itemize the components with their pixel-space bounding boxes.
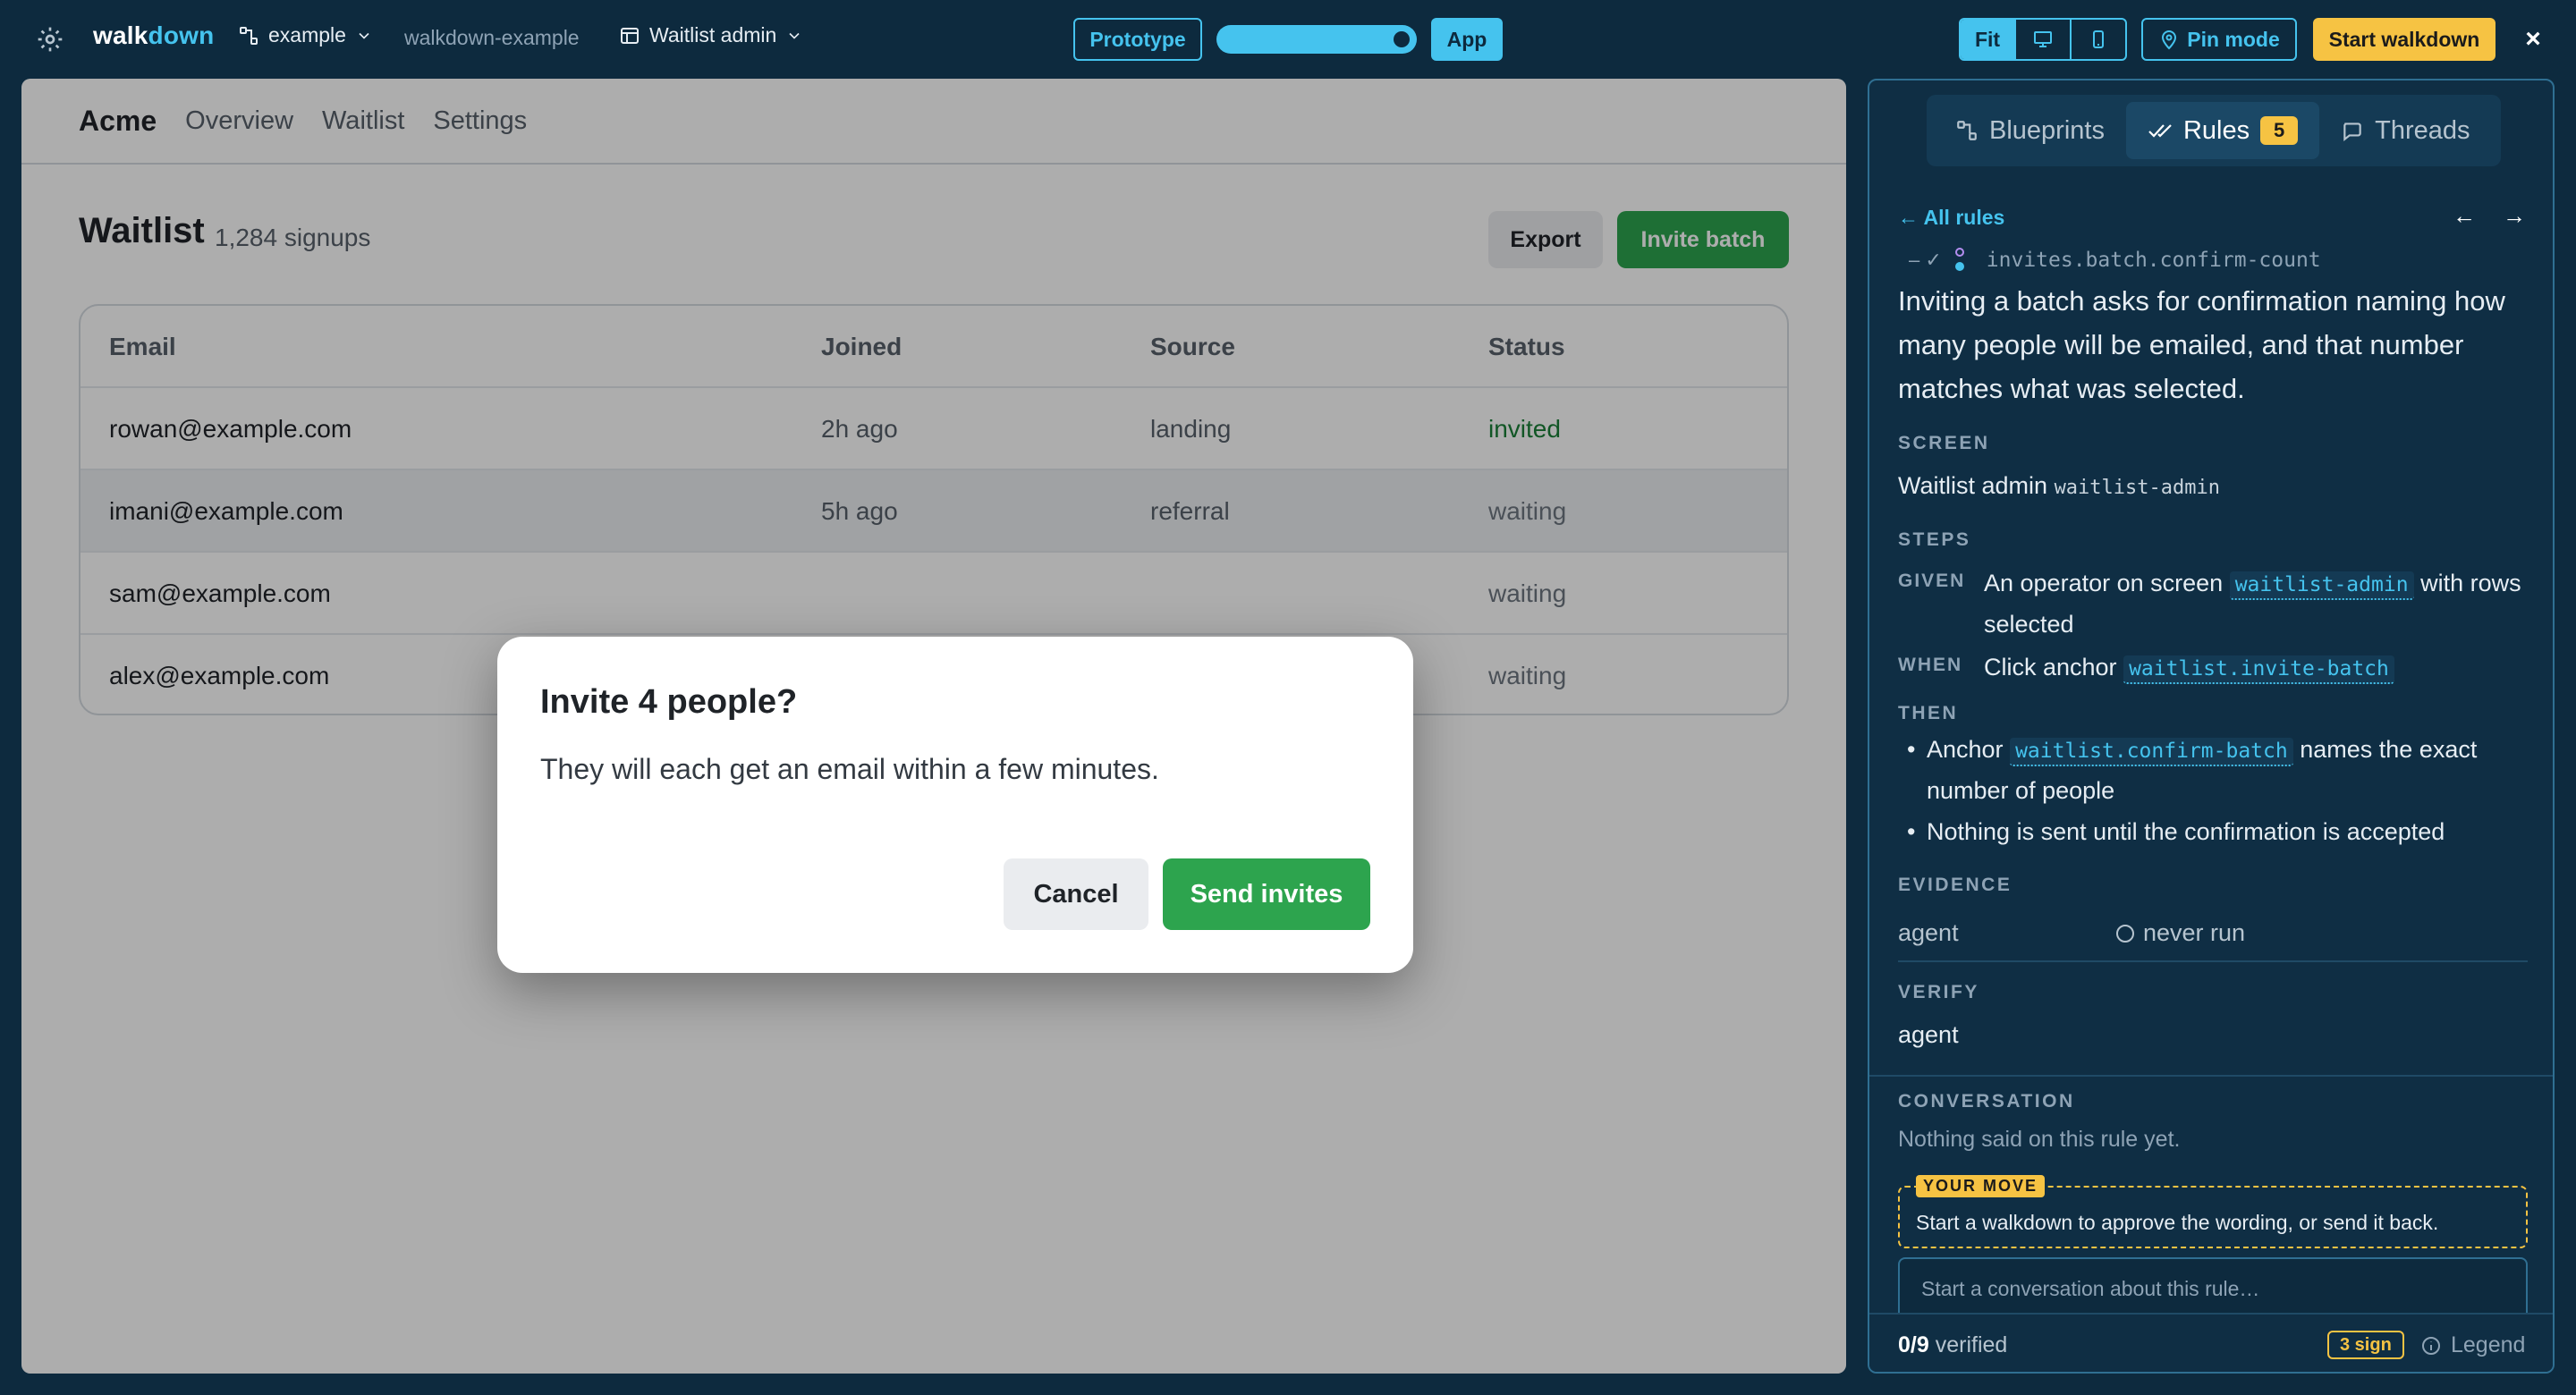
start-walkdown-button[interactable]: Start walkdown	[2313, 18, 2496, 61]
close-icon[interactable]: ×	[2519, 23, 2547, 55]
tab-blueprints[interactable]: Blueprints	[1934, 102, 2126, 159]
then-1-pre: Anchor	[1927, 736, 2004, 763]
screen-heading: SCREEN	[1898, 433, 1990, 453]
confirm-invite-dialog: Invite 4 people? They will each get an e…	[497, 637, 1413, 973]
given-text: An operator on screen waitlist-admin wit…	[1984, 563, 2533, 644]
tab-label: Blueprints	[1989, 115, 2105, 145]
verify-value: agent	[1898, 1021, 1959, 1048]
steps-heading: STEPS	[1898, 529, 1971, 550]
screen-name: Waitlist admin	[649, 23, 777, 46]
then-item: Anchor waitlist.confirm-batch names the …	[1898, 730, 2533, 810]
chat-bubble-icon	[2343, 123, 2361, 142]
all-rules-link[interactable]: ← All rules	[1898, 206, 2004, 230]
slider-knob[interactable]	[1394, 31, 1410, 47]
desktop-icon	[2034, 31, 2052, 47]
given-keyword: GIVEN	[1898, 571, 1966, 591]
conversation-heading: CONVERSATION	[1898, 1091, 2075, 1112]
rule-text: Inviting a batch asks for confirmation n…	[1898, 285, 2505, 404]
legend-button[interactable]: Legend	[2420, 1332, 2525, 1358]
gear-icon[interactable]	[36, 25, 64, 54]
send-invites-button[interactable]: Send invites	[1163, 858, 1370, 930]
cancel-button[interactable]: Cancel	[1004, 858, 1148, 930]
project-selector[interactable]: example	[238, 23, 373, 47]
pin-mode-button[interactable]: Pin mode	[2141, 18, 2297, 61]
app-preview: Acme Overview Waitlist Settings Waitlist…	[21, 79, 1846, 1374]
then-item: Nothing is sent until the confirmation i…	[1898, 812, 2533, 851]
anchor-chip[interactable]: waitlist.confirm-batch	[2010, 738, 2293, 766]
screen-selector[interactable]: Waitlist admin	[619, 23, 803, 47]
blueprint-icon	[240, 26, 258, 45]
viewport-group: Fit	[1959, 18, 2127, 61]
sign-badge[interactable]: 3 sign	[2327, 1331, 2404, 1359]
pin-mode-label: Pin mode	[2187, 27, 2280, 51]
pin-icon	[2162, 30, 2177, 50]
when-pre: Click anchor	[1984, 654, 2117, 681]
conversation-input[interactable]: Start a conversation about this rule…	[1898, 1257, 2528, 1320]
repo-name: walkdown-example	[404, 26, 580, 49]
step-when: WHEN Click anchor waitlist.invite-batch	[1898, 647, 2533, 689]
conversation-empty: Nothing said on this rule yet.	[1898, 1127, 2181, 1152]
divider	[1869, 1075, 2553, 1077]
dialog-body: They will each get an email within a few…	[540, 753, 1159, 785]
panel-tabs: Blueprints Rules 5 Threads	[1927, 95, 2501, 166]
legend-label: Legend	[2451, 1332, 2526, 1357]
rule-id-row: – ✓ invites.batch.confirm-count	[1909, 247, 2321, 274]
step-given: GIVEN An operator on screen waitlist-adm…	[1898, 563, 2533, 644]
tab-threads[interactable]: Threads	[2319, 102, 2491, 159]
your-move-text: Start a walkdown to approve the wording,…	[1916, 1211, 2439, 1234]
your-move-badge: YOUR MOVE	[1916, 1175, 2046, 1197]
evidence-agent: agent	[1898, 919, 1959, 946]
rule-id: invites.batch.confirm-count	[1986, 249, 2321, 272]
next-rule-arrow[interactable]: →	[2503, 202, 2526, 230]
tab-label: Rules	[2182, 115, 2250, 145]
anchor-chip[interactable]: waitlist-admin	[2229, 571, 2414, 600]
anchor-chip[interactable]: waitlist.invite-batch	[2123, 655, 2394, 684]
chevron-down-icon	[359, 32, 369, 39]
when-text: Click anchor waitlist.invite-batch	[1984, 647, 2533, 689]
evidence-status: never run	[2116, 919, 2245, 947]
empty-circle-icon	[2116, 924, 2134, 943]
dialog-title: Invite 4 people?	[540, 683, 798, 721]
chevron-down-icon	[789, 32, 800, 39]
verified-label: verified	[1928, 1332, 2008, 1357]
top-bar: walkdown example walkdown-example Waitli…	[0, 0, 2576, 79]
verified-number: 0/9	[1898, 1332, 1929, 1357]
divider	[1898, 960, 2528, 962]
rule-status-marks: – ✓	[1909, 249, 1942, 271]
given-pre: An operator on screen	[1984, 570, 2224, 596]
status-dots-icon	[1954, 248, 1964, 271]
panel-footer: 0/9 verified 3 sign Legend	[1869, 1313, 2553, 1372]
info-icon	[2422, 1336, 2440, 1355]
prototype-toggle[interactable]: Prototype	[1073, 18, 1202, 61]
screen-value: Waitlist admin waitlist-admin	[1898, 472, 2220, 500]
screen-code: waitlist-admin	[2054, 477, 2220, 499]
tab-label: Threads	[2375, 115, 2470, 145]
screen-name: Waitlist admin	[1898, 472, 2048, 499]
when-keyword: WHEN	[1898, 655, 1963, 675]
mobile-view-button[interactable]	[2072, 20, 2125, 59]
fit-button[interactable]: Fit	[1961, 20, 2016, 59]
mode-slider[interactable]	[1216, 25, 1417, 54]
checks-icon	[2148, 124, 2172, 138]
project-name: example	[268, 23, 346, 46]
blueprint-icon	[1957, 121, 1977, 140]
verified-count: 0/9 verified	[1898, 1332, 2007, 1358]
rules-count-badge: 5	[2260, 116, 2299, 145]
prev-rule-arrow[interactable]: ←	[2453, 202, 2476, 230]
then-keyword: THEN	[1898, 703, 1959, 723]
tab-rules[interactable]: Rules 5	[2125, 102, 2320, 159]
rules-panel: Blueprints Rules 5 Threads ← All rules ←…	[1868, 79, 2555, 1374]
evidence-row: agent never run	[1898, 919, 2528, 947]
verify-heading: VERIFY	[1898, 982, 1979, 1002]
evidence-heading: EVIDENCE	[1898, 875, 2012, 895]
desktop-view-button[interactable]	[2016, 20, 2072, 59]
app-toggle[interactable]: App	[1431, 18, 1503, 61]
app-logo[interactable]: walkdown	[93, 21, 214, 50]
mobile-icon	[2093, 30, 2104, 48]
your-move-callout: YOUR MOVE Start a walkdown to approve th…	[1898, 1175, 2528, 1248]
window-icon	[621, 27, 639, 44]
then-list: Anchor waitlist.confirm-batch names the …	[1898, 730, 2533, 853]
evidence-status-label: never run	[2143, 919, 2246, 946]
rule-pager: ← →	[2453, 202, 2526, 230]
